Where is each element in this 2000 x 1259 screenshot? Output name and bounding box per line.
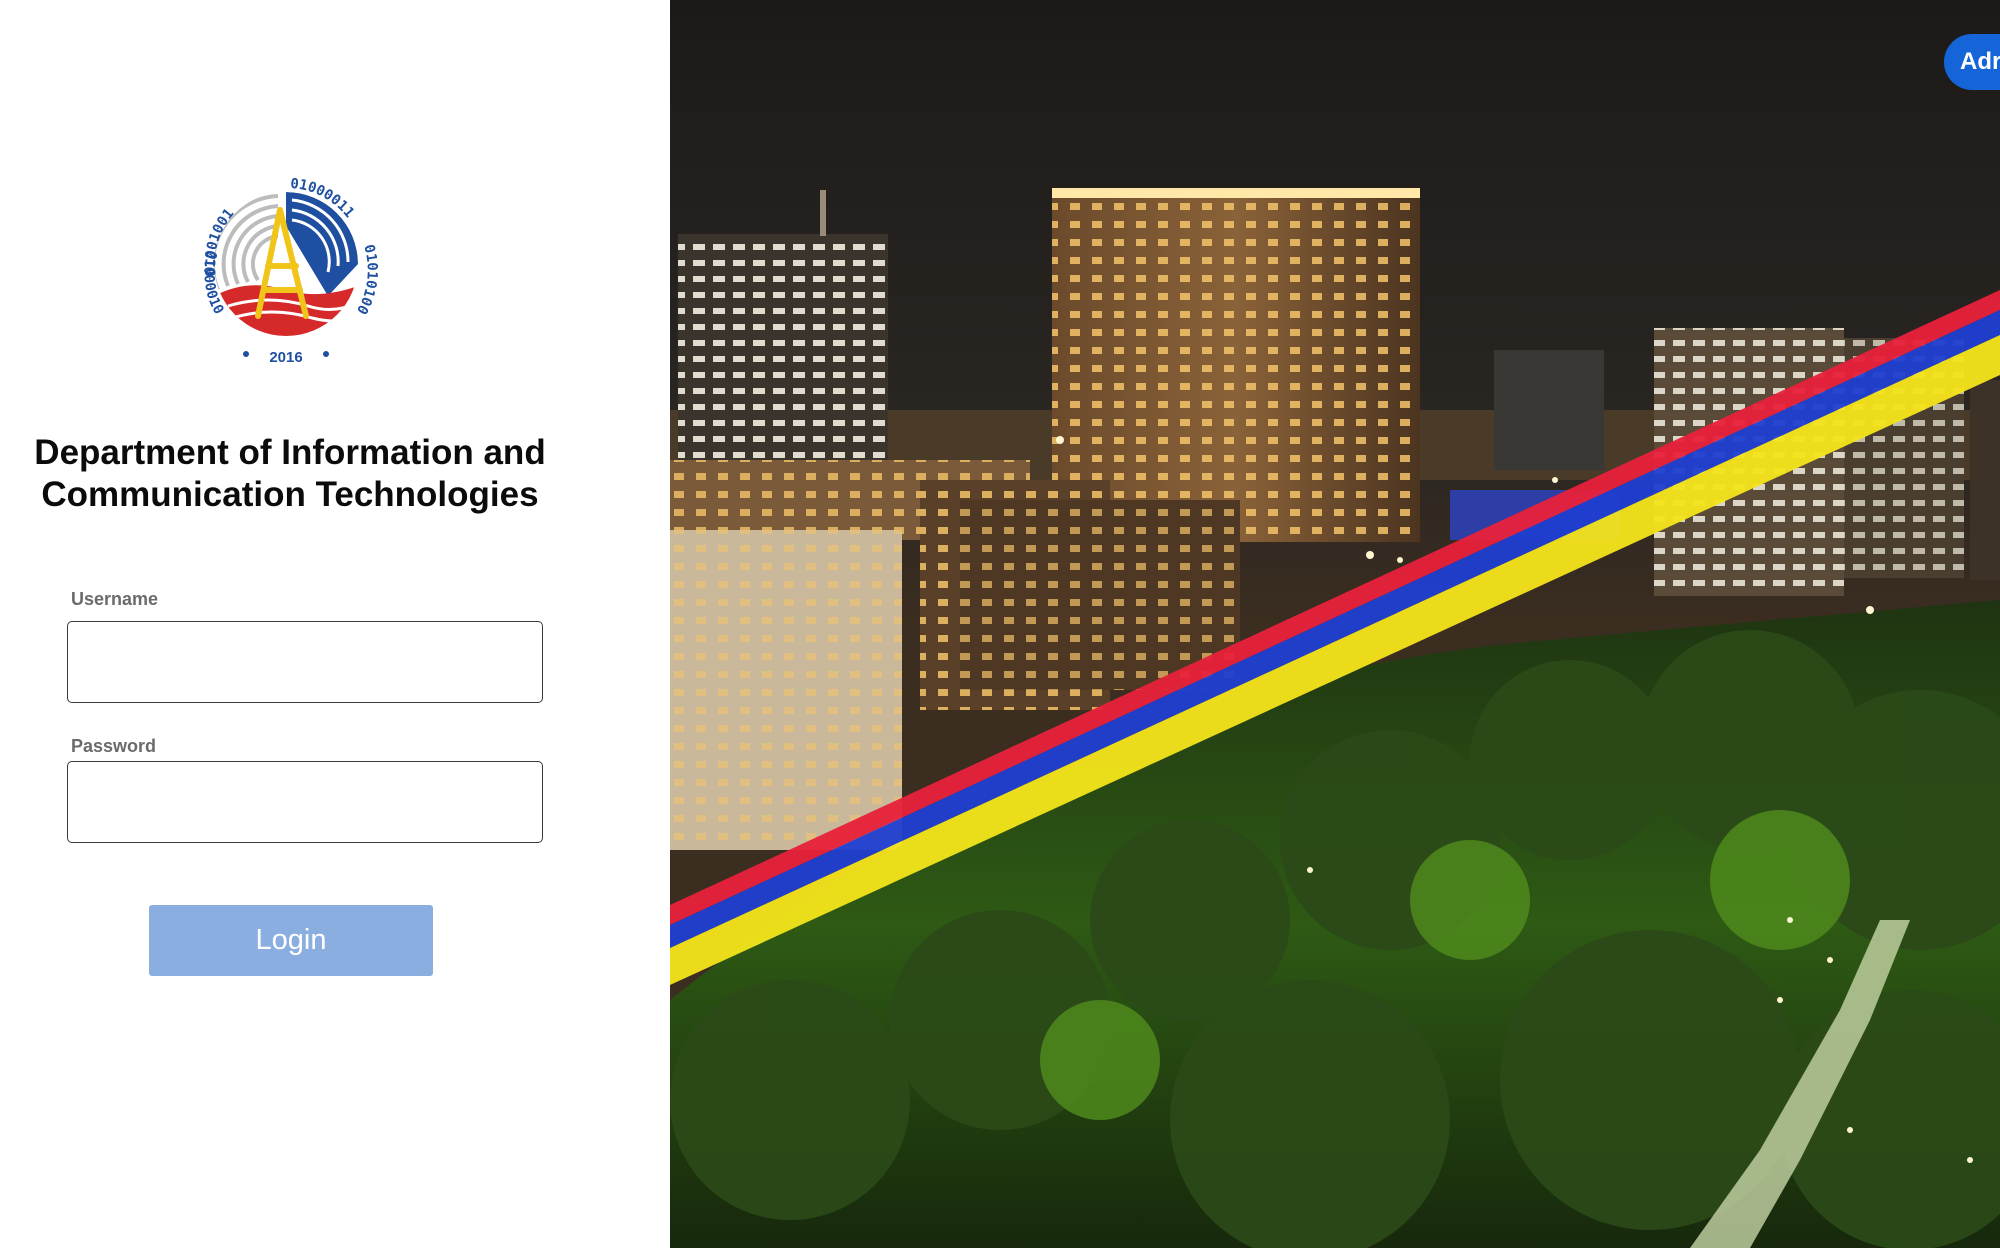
password-input[interactable] — [67, 761, 543, 843]
dict-logo: 01001001 01000011 01010100 01000010 2016 — [200, 176, 379, 366]
cityscape-illustration — [670, 0, 2000, 1248]
username-input[interactable] — [67, 621, 543, 703]
login-page: 01001001 01000011 01010100 01000010 2016… — [0, 0, 2000, 1259]
svg-text:2016: 2016 — [269, 349, 302, 366]
hero-image: Adr — [670, 0, 2000, 1248]
password-label: Password — [71, 736, 157, 756]
username-label: Username — [71, 589, 159, 609]
login-button[interactable]: Login — [149, 905, 433, 976]
admin-button[interactable]: Adr — [1944, 34, 2000, 90]
org-title: Department of Information and Communicat… — [34, 433, 546, 514]
login-panel: 01001001 01000011 01010100 01000010 2016… — [0, 0, 670, 1259]
